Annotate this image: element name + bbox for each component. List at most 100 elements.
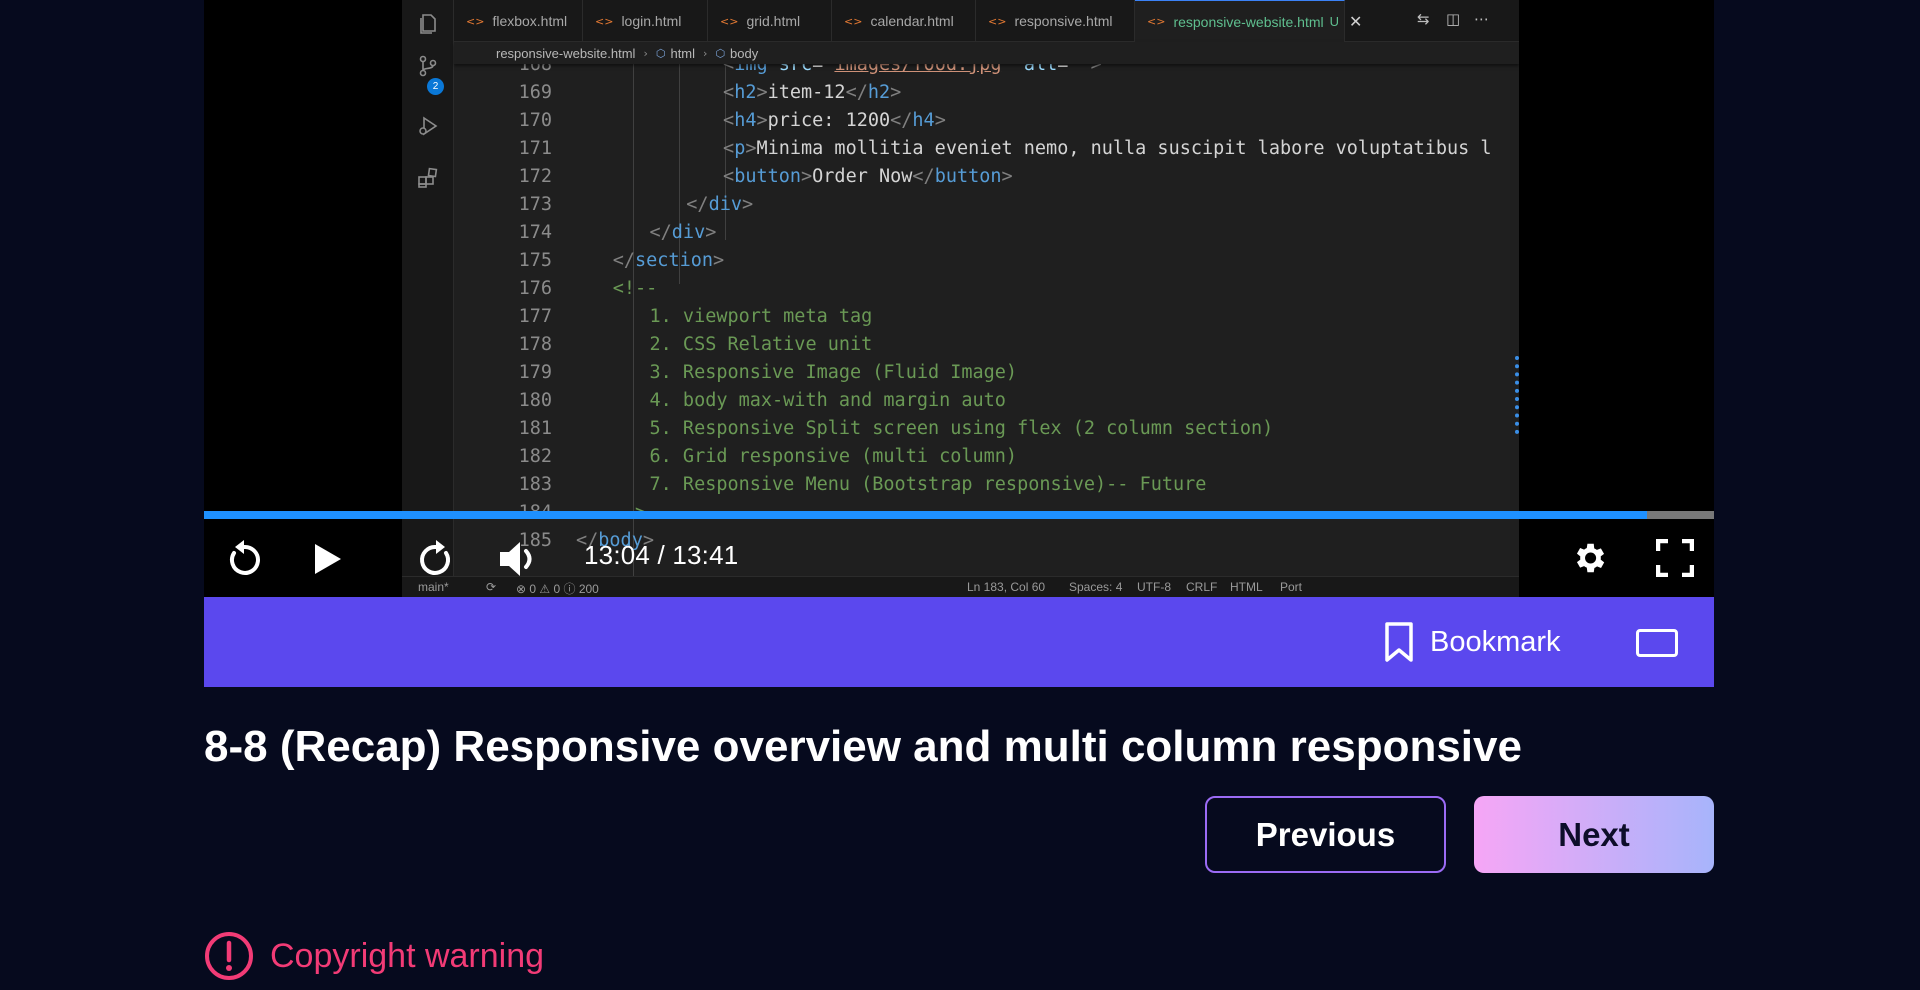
code-editor[interactable]: 168 <img src="images/food.jpg" alt=""> 169… bbox=[454, 54, 1519, 576]
line-code: 6. Grid responsive (multi column) bbox=[650, 443, 1018, 471]
code-token: 4. body max-with and margin auto bbox=[649, 390, 1006, 411]
line-code: </div> bbox=[650, 219, 717, 247]
bookmark-button[interactable]: Bookmark bbox=[1384, 620, 1561, 664]
code-token: button bbox=[734, 166, 802, 187]
progress-bar-fill bbox=[204, 511, 1647, 519]
theatre-mode-icon[interactable] bbox=[1636, 629, 1678, 657]
tab-responsive[interactable]: <> responsive.html bbox=[976, 0, 1135, 42]
code-token: > bbox=[705, 222, 717, 243]
video-toolbar: Bookmark bbox=[204, 597, 1714, 687]
code-line: 183 7. Responsive Menu (Bootstrap respons… bbox=[454, 471, 1519, 499]
volume-icon[interactable] bbox=[497, 537, 541, 581]
source-control-badge: 2 bbox=[427, 78, 444, 95]
extensions-icon bbox=[418, 167, 438, 188]
line-number: 170 bbox=[518, 110, 552, 131]
previous-button[interactable]: Previous bbox=[1205, 796, 1446, 873]
line-code: 5. Responsive Split screen using flex (2… bbox=[650, 415, 1274, 443]
code-token: section bbox=[635, 250, 713, 271]
tab-login[interactable]: <> login.html bbox=[583, 0, 708, 42]
fullscreen-icon[interactable] bbox=[1656, 539, 1694, 577]
copyright-label: Copyright warning bbox=[270, 936, 545, 975]
status-bar: main* ⟳ ⊗ 0 ⚠ 0 ⓘ 200 Ln 183, Col 60 Spa… bbox=[402, 576, 1519, 597]
code-token: > bbox=[741, 194, 754, 215]
breadcrumb: responsive-website.html › ⬡ html › ⬡ bod… bbox=[454, 42, 1519, 64]
code-token: <!-- bbox=[612, 278, 658, 299]
status-branch[interactable]: main* bbox=[418, 580, 449, 594]
tab-flexbox[interactable]: <> flexbox.html bbox=[454, 0, 583, 42]
code-token: div bbox=[708, 194, 742, 215]
code-token: > bbox=[756, 82, 768, 103]
sync-icon[interactable]: ⟳ bbox=[486, 580, 496, 594]
activity-bar: 2 bbox=[402, 0, 454, 576]
settings-icon[interactable] bbox=[1570, 539, 1608, 577]
line-number: 175 bbox=[518, 250, 552, 271]
warning-icon bbox=[205, 932, 253, 980]
code-line: 181 5. Responsive Split screen using flex… bbox=[454, 415, 1519, 443]
code-token: < bbox=[723, 110, 735, 131]
status-problems[interactable]: ⊗ 0 ⚠ 0 ⓘ 200 bbox=[516, 580, 599, 597]
status-port[interactable]: Port bbox=[1280, 580, 1302, 594]
forward-icon[interactable] bbox=[416, 537, 456, 581]
code-token: </ bbox=[890, 110, 913, 131]
html-file-icon: <> bbox=[844, 14, 863, 28]
status-position[interactable]: Ln 183, Col 60 bbox=[967, 580, 1045, 594]
code-token: 7. Responsive Menu (Bootstrap responsive… bbox=[649, 474, 1207, 495]
lesson-title: 8-8 (Recap) Responsive overview and mult… bbox=[204, 722, 1522, 771]
code-line: 169 <h2>item-12</h2> bbox=[454, 79, 1519, 107]
tab-calendar[interactable]: <> calendar.html bbox=[832, 0, 976, 42]
breadcrumb-html[interactable]: html bbox=[670, 46, 695, 61]
code-line: 173 </div> bbox=[454, 191, 1519, 219]
code-token: Order Now bbox=[812, 166, 913, 187]
code-token: > bbox=[801, 166, 813, 187]
code-line: 174 </div> bbox=[454, 219, 1519, 247]
split-editor-icon[interactable]: ◫ bbox=[1446, 10, 1460, 28]
code-line: 178 2. CSS Relative unit bbox=[454, 331, 1519, 359]
next-button[interactable]: Next bbox=[1474, 796, 1714, 873]
html-file-icon: <> bbox=[595, 14, 614, 28]
line-number: 179 bbox=[518, 362, 552, 383]
code-token: > bbox=[934, 110, 946, 131]
code-token: </ bbox=[912, 166, 935, 187]
copyright-warning-link[interactable]: Copyright warning bbox=[204, 931, 544, 981]
more-actions-icon[interactable]: ⋯ bbox=[1474, 10, 1489, 28]
status-language[interactable]: HTML bbox=[1230, 580, 1263, 594]
element-icon: ⬡ bbox=[655, 46, 666, 60]
status-encoding[interactable]: UTF-8 bbox=[1137, 580, 1171, 594]
line-number: 183 bbox=[518, 474, 552, 495]
line-code: 3. Responsive Image (Fluid Image) bbox=[650, 359, 1018, 387]
line-code: 4. body max-with and margin auto bbox=[650, 387, 1006, 415]
tab-grid[interactable]: <> grid.html bbox=[708, 0, 832, 42]
breadcrumb-body[interactable]: body bbox=[730, 46, 758, 61]
progress-bar[interactable] bbox=[204, 511, 1714, 519]
html-file-icon: <> bbox=[988, 14, 1007, 28]
html-file-icon: <> bbox=[1147, 15, 1166, 28]
close-icon[interactable]: ✕ bbox=[1349, 12, 1362, 31]
line-code: </div> bbox=[686, 191, 753, 219]
line-number: 173 bbox=[518, 194, 552, 215]
code-token: </ bbox=[845, 82, 868, 103]
code-token: > bbox=[713, 250, 725, 271]
chevron-right-icon: › bbox=[643, 46, 648, 60]
code-token: item-12 bbox=[767, 82, 846, 103]
play-icon[interactable] bbox=[313, 542, 343, 576]
code-line: 171 <p>Minima mollitia eveniet nemo, null… bbox=[454, 135, 1519, 163]
status-eol[interactable]: CRLF bbox=[1186, 580, 1217, 594]
status-spaces[interactable]: Spaces: 4 bbox=[1069, 580, 1122, 594]
element-icon: ⬡ bbox=[715, 46, 726, 60]
modified-indicator: U bbox=[1329, 14, 1339, 29]
video-player[interactable]: 2 <> flexbox.html <> login.html <> grid.htm… bbox=[204, 0, 1714, 597]
line-number: 171 bbox=[518, 138, 552, 159]
video-frame-vscode: 2 <> flexbox.html <> login.html <> grid.htm… bbox=[402, 0, 1519, 597]
source-control-icon bbox=[419, 55, 437, 77]
code-line: 170 <h4>price: 1200</h4> bbox=[454, 107, 1519, 135]
rewind-icon[interactable] bbox=[224, 537, 264, 581]
code-token: h2 bbox=[734, 82, 757, 103]
time-display: 13:04 / 13:41 bbox=[584, 540, 739, 570]
breadcrumb-file[interactable]: responsive-website.html bbox=[496, 46, 635, 61]
line-number: 182 bbox=[518, 446, 552, 467]
code-token: </ bbox=[612, 250, 636, 271]
tab-responsive-website[interactable]: <> responsive-website.html U ✕ bbox=[1135, 0, 1362, 42]
code-line: 182 6. Grid responsive (multi column) bbox=[454, 443, 1519, 471]
compare-icon[interactable]: ⇆ bbox=[1417, 10, 1430, 28]
line-code: <!-- bbox=[613, 275, 658, 303]
